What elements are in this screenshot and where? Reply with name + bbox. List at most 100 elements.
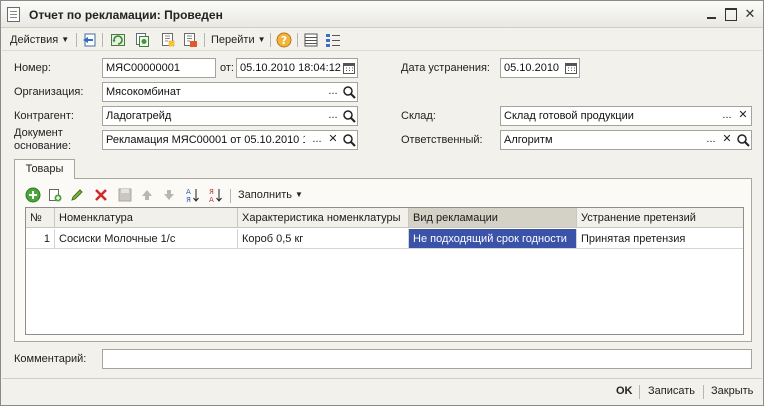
reread-icon[interactable] [110, 32, 126, 48]
search-icon[interactable] [341, 108, 357, 124]
actions-menu[interactable]: Действия ▼ [10, 32, 69, 48]
save-button[interactable]: Записать [648, 385, 695, 397]
copy-row-icon[interactable] [47, 187, 63, 203]
column-header-characteristic[interactable]: Характеристика номенклатуры [238, 208, 409, 228]
comment-field[interactable] [102, 349, 752, 369]
warehouse-label: Склад: [401, 110, 436, 122]
tab-goods[interactable]: Товары [14, 159, 75, 179]
search-icon[interactable] [735, 132, 751, 148]
move-up-icon[interactable] [139, 187, 155, 203]
toolbar-separator [204, 33, 205, 47]
basis-label-line1: Документ [14, 127, 63, 139]
settings-list-icon[interactable] [325, 32, 341, 48]
warehouse-field[interactable]: Склад готовой продукции ... ✕ [500, 106, 752, 126]
svg-text:Я: Я [209, 188, 214, 196]
select-ellipsis-icon[interactable]: ... [325, 108, 341, 124]
number-label: Номер: [14, 62, 51, 74]
column-header-claim-type[interactable]: Вид рекламации [409, 208, 577, 228]
organization-field[interactable]: Мясокомбинат ... [102, 82, 358, 102]
chevron-down-icon: ▼ [61, 35, 70, 44]
responsible-value: Алгоритм [504, 134, 553, 146]
column-header-claim-resolution[interactable]: Устранение претензий [577, 208, 743, 228]
structure-icon[interactable] [303, 32, 319, 48]
svg-text:?: ? [281, 34, 287, 47]
post-document-icon[interactable] [160, 32, 176, 48]
column-header-number[interactable]: № [26, 208, 55, 228]
table-cell-characteristic[interactable]: Короб 0,5 кг [238, 229, 409, 249]
from-label: от: [220, 62, 234, 74]
contractor-field[interactable]: Ладогатрейд ... [102, 106, 358, 126]
window-title: Отчет по рекламации: Проведен [29, 8, 223, 22]
edit-pencil-icon[interactable] [69, 187, 85, 203]
select-ellipsis-icon[interactable]: ... [703, 132, 719, 148]
toolbar-separator [230, 189, 231, 203]
search-icon[interactable] [341, 132, 357, 148]
toolbar-separator [76, 33, 77, 47]
search-icon[interactable] [341, 84, 357, 100]
clear-icon[interactable]: ✕ [719, 132, 735, 148]
calendar-icon[interactable] [341, 60, 357, 76]
contractor-label: Контрагент: [14, 110, 74, 122]
column-header-nomenclature[interactable]: Номенклатура [55, 208, 238, 228]
help-icon[interactable]: ? [276, 32, 292, 48]
sort-descending-icon[interactable]: Я A [208, 187, 224, 203]
goods-table[interactable]: № Номенклатура Характеристика номенклату… [25, 207, 744, 335]
toolbar-separator [102, 33, 103, 47]
close-button[interactable]: Закрыть [711, 385, 753, 397]
title-bar: Отчет по рекламации: Проведен ✕ [1, 1, 763, 28]
fix-date-value: 05.10.2010 [504, 62, 560, 74]
toolbar-separator [297, 33, 298, 47]
move-down-icon[interactable] [161, 187, 177, 203]
responsible-label: Ответственный: [401, 134, 483, 146]
document-icon [7, 7, 20, 22]
toolbar-separator [270, 33, 271, 47]
footer-bar: OK Записать Закрыть [2, 378, 762, 405]
table-cell-number[interactable]: 1 [26, 229, 55, 249]
responsible-field[interactable]: Алгоритм ... ✕ [500, 130, 752, 150]
number-value: МЯС00000001 [106, 62, 180, 74]
organization-label: Организация: [14, 86, 84, 98]
close-icon[interactable]: ✕ [742, 6, 758, 22]
clear-icon[interactable]: ✕ [325, 132, 341, 148]
fill-menu-label: Заполнить [238, 189, 293, 201]
table-cell-claim-resolution[interactable]: Принятая претензия [577, 229, 743, 249]
sort-ascending-icon[interactable]: A Я [185, 187, 201, 203]
add-row-icon[interactable] [25, 187, 41, 203]
end-editing-icon[interactable] [117, 187, 133, 203]
select-ellipsis-icon[interactable]: ... [309, 132, 325, 148]
svg-text:Я: Я [186, 196, 191, 203]
maximize-icon[interactable] [722, 6, 738, 22]
select-ellipsis-icon[interactable]: ... [719, 108, 735, 124]
actions-menu-label: Действия [10, 34, 59, 46]
fix-date-label: Дата устранения: [401, 62, 490, 74]
goto-menu[interactable]: Перейти ▼ [211, 32, 266, 48]
date-value: 05.10.2010 18:04:12 [240, 62, 341, 74]
main-toolbar: Действия ▼ Перейти ▼ ? [2, 29, 762, 51]
comment-label: Комментарий: [14, 353, 87, 365]
fix-date-field[interactable]: 05.10.2010 [500, 58, 580, 78]
footer-separator [639, 385, 640, 399]
unpost-document-icon[interactable] [182, 32, 198, 48]
svg-text:A: A [186, 188, 191, 196]
chevron-down-icon: ▼ [257, 35, 266, 44]
calendar-icon[interactable] [563, 60, 579, 76]
number-field[interactable]: МЯС00000001 [102, 58, 216, 78]
organization-value: Мясокомбинат [106, 86, 181, 98]
svg-text:A: A [209, 196, 214, 203]
post-and-close-icon[interactable] [82, 32, 98, 48]
chevron-down-icon: ▼ [295, 190, 303, 199]
clear-icon[interactable]: ✕ [735, 108, 751, 124]
date-field[interactable]: 05.10.2010 18:04:12 [236, 58, 358, 78]
footer-separator [703, 385, 704, 399]
copy-document-icon[interactable] [134, 32, 150, 48]
document-window: Отчет по рекламации: Проведен ✕ Действия… [0, 0, 764, 406]
delete-icon[interactable] [93, 187, 109, 203]
basis-document-field[interactable]: Рекламация МЯС00001 от 05.10.2010 18:03:… [102, 130, 358, 150]
basis-document-value: Рекламация МЯС00001 от 05.10.2010 18:03:… [106, 134, 305, 146]
select-ellipsis-icon[interactable]: ... [325, 84, 341, 100]
ok-button[interactable]: OK [616, 385, 633, 397]
table-cell-claim-type[interactable]: Не подходящий срок годности [409, 229, 577, 249]
table-cell-nomenclature[interactable]: Сосиски Молочные 1/с [55, 229, 238, 249]
minimize-icon[interactable] [704, 6, 720, 22]
fill-menu[interactable]: Заполнить ▼ [238, 187, 303, 203]
